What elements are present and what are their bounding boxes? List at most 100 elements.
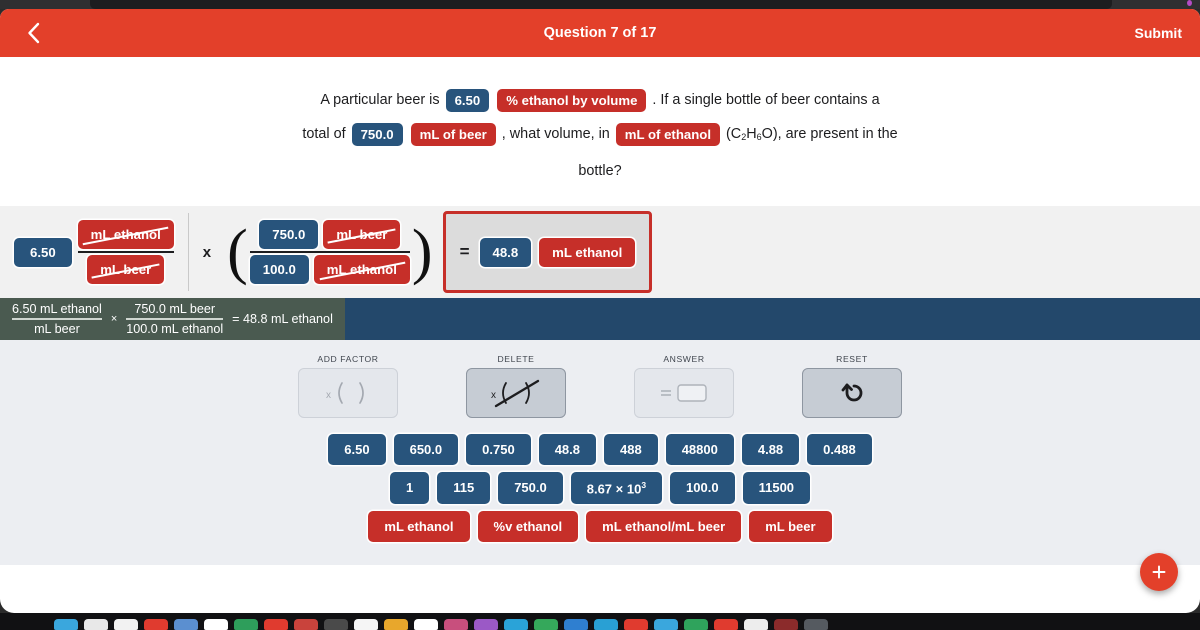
dock-icon-7[interactable] bbox=[264, 619, 288, 630]
dock-icon-9[interactable] bbox=[324, 619, 348, 630]
palette-number-chip-c1[interactable]: 11500 bbox=[742, 472, 811, 505]
palette-number-chip-6[interactable]: 4.88 bbox=[741, 434, 800, 465]
dock-icon-0[interactable] bbox=[54, 619, 78, 630]
reset-button[interactable] bbox=[802, 368, 902, 418]
palette-number-chip-5[interactable]: 48800 bbox=[665, 434, 734, 465]
question-line-3: bottle? bbox=[170, 154, 1030, 188]
factor2-denominator-value[interactable]: 100.0 bbox=[249, 255, 309, 285]
formula-h: H bbox=[746, 126, 757, 142]
factor1-denominator-unit[interactable]: mL beer bbox=[87, 255, 165, 285]
palette-number-chip-b0[interactable]: 1 bbox=[389, 472, 430, 505]
palette-scientific-chip[interactable]: 8.67 × 103 bbox=[570, 472, 663, 505]
app-window: Question 7 of 17 Submit A particular bee… bbox=[0, 9, 1200, 613]
palette-number-chip-3[interactable]: 48.8 bbox=[538, 434, 596, 465]
dock-icon-18[interactable] bbox=[594, 619, 618, 630]
equation-factor-2[interactable]: ( 750.0 mL beer 100.0 mL ethanol ) bbox=[225, 206, 434, 298]
tool-reset[interactable]: RESET bbox=[802, 354, 902, 418]
dock-icon-10[interactable] bbox=[354, 619, 378, 630]
page-title: Question 7 of 17 bbox=[543, 25, 657, 41]
equation-workspace[interactable]: 6.50 mL ethanol mL beer x (750.0 mL bee… bbox=[0, 206, 1200, 298]
tool-delete-label: DELETE bbox=[497, 354, 535, 364]
factor1-numerator-unit[interactable]: mL ethanol bbox=[77, 219, 174, 249]
app-header: Question 7 of 17 Submit bbox=[0, 9, 1200, 57]
question-value-2: 750.0 bbox=[351, 122, 403, 146]
answer-value[interactable]: 48.8 bbox=[479, 237, 532, 267]
screen-root: Question 7 of 17 Submit A particular bee… bbox=[0, 0, 1200, 630]
answer-box[interactable]: = 48.8 mL ethanol bbox=[442, 211, 653, 293]
summary-numerator-2: 750.0 mL beer bbox=[134, 302, 216, 317]
add-factor-button[interactable]: x bbox=[298, 368, 398, 418]
tool-add-factor[interactable]: ADD FACTOR x bbox=[298, 354, 398, 418]
question-text-part2: . If a single bottle of beer contains a bbox=[652, 92, 880, 108]
palette-unit-chip-3[interactable]: mL beer bbox=[749, 511, 832, 543]
delete-strike-icon: x bbox=[486, 377, 546, 409]
dock-icon-23[interactable] bbox=[744, 619, 768, 630]
palette-number-chip-0[interactable]: 6.50 bbox=[328, 434, 386, 465]
tool-delete[interactable]: DELETE x bbox=[466, 354, 566, 418]
factor1-fraction: mL ethanol mL beer bbox=[77, 218, 174, 287]
summary-expression: 6.50 mL ethanol mL beer × 750.0 mL beer … bbox=[0, 298, 345, 340]
dock-icon-16[interactable] bbox=[534, 619, 558, 630]
svg-text:x: x bbox=[491, 390, 496, 401]
equation-factor-1[interactable]: 6.50 mL ethanol mL beer bbox=[0, 206, 188, 298]
dock-icon-21[interactable] bbox=[684, 619, 708, 630]
equals-sign: = bbox=[459, 242, 470, 261]
summary-bar: 6.50 mL ethanol mL beer × 750.0 mL beer … bbox=[0, 298, 1200, 340]
question-unit-2: mL of beer bbox=[410, 122, 496, 146]
chevron-left-icon bbox=[26, 21, 41, 45]
dock-icon-11[interactable] bbox=[384, 619, 408, 630]
factor2-numerator-value[interactable]: 750.0 bbox=[259, 219, 319, 249]
dock-icon-4[interactable] bbox=[174, 619, 198, 630]
dock-icon-2[interactable] bbox=[114, 619, 138, 630]
question-text-part4: , what volume, in bbox=[501, 126, 610, 142]
dock-icon-19[interactable] bbox=[624, 619, 648, 630]
tool-reset-label: RESET bbox=[836, 354, 868, 364]
delete-button[interactable]: x bbox=[466, 368, 566, 418]
palette-unit-chip-2[interactable]: mL ethanol/mL beer bbox=[586, 511, 742, 543]
palette-number-chip-7[interactable]: 0.488 bbox=[807, 434, 872, 465]
palette-row-numbers-2: 1 115 750.0 8.67 × 103 100.0 11500 bbox=[0, 472, 1200, 505]
dock-icon-3[interactable] bbox=[144, 619, 168, 630]
factor1-coefficient[interactable]: 6.50 bbox=[14, 237, 72, 267]
palette-unit-chip-0[interactable]: mL ethanol bbox=[368, 511, 470, 543]
system-dock[interactable] bbox=[0, 613, 1200, 630]
palette-number-chip-2[interactable]: 0.750 bbox=[466, 434, 531, 465]
ethanol-formula: (C2H6O), bbox=[726, 126, 782, 142]
answer-unit[interactable]: mL ethanol bbox=[539, 237, 636, 267]
dock-icon-1[interactable] bbox=[84, 619, 108, 630]
dock-icon-6[interactable] bbox=[234, 619, 258, 630]
dock-icon-22[interactable] bbox=[714, 619, 738, 630]
palette-number-chip-1[interactable]: 650.0 bbox=[393, 434, 459, 465]
palette-number-chip-b1[interactable]: 115 bbox=[437, 472, 491, 505]
submit-button[interactable]: Submit bbox=[1135, 25, 1182, 41]
palette-number-chip-c0[interactable]: 100.0 bbox=[670, 472, 735, 505]
dock-icon-17[interactable] bbox=[564, 619, 588, 630]
back-button[interactable] bbox=[18, 18, 48, 48]
dock-icon-5[interactable] bbox=[204, 619, 228, 630]
factor2-fraction: 750.0 mL beer 100.0 mL ethanol bbox=[249, 218, 410, 287]
dock-icon-8[interactable] bbox=[294, 619, 318, 630]
palette-number-chip-b2[interactable]: 750.0 bbox=[498, 472, 563, 505]
answer-button[interactable] bbox=[634, 368, 734, 418]
tool-answer[interactable]: ANSWER bbox=[634, 354, 734, 418]
dock-icon-20[interactable] bbox=[654, 619, 678, 630]
add-fab-button[interactable] bbox=[1140, 553, 1178, 591]
dock-icon-25[interactable] bbox=[804, 619, 828, 630]
dock-icon-24[interactable] bbox=[774, 619, 798, 630]
palette-unit-chip-1[interactable]: %v ethanol bbox=[477, 511, 579, 543]
question-value-1: 6.50 bbox=[445, 88, 490, 112]
factor2-denominator-unit[interactable]: mL ethanol bbox=[313, 255, 410, 285]
dock-icon-15[interactable] bbox=[504, 619, 528, 630]
dock-icon-13[interactable] bbox=[444, 619, 468, 630]
palette-number-chip-4[interactable]: 488 bbox=[604, 434, 658, 465]
summary-bar-1 bbox=[12, 318, 102, 320]
factor2-numerator-unit[interactable]: mL beer bbox=[323, 219, 401, 249]
svg-text:x: x bbox=[326, 390, 331, 401]
undo-arrow-icon bbox=[837, 378, 867, 408]
dock-icon-14[interactable] bbox=[474, 619, 498, 630]
dock-icon-12[interactable] bbox=[414, 619, 438, 630]
device-notch bbox=[90, 0, 1112, 9]
question-text-part6: bottle? bbox=[578, 163, 622, 179]
question-unit-3: mL of ethanol bbox=[615, 122, 720, 146]
device-top-strip bbox=[0, 0, 1200, 9]
